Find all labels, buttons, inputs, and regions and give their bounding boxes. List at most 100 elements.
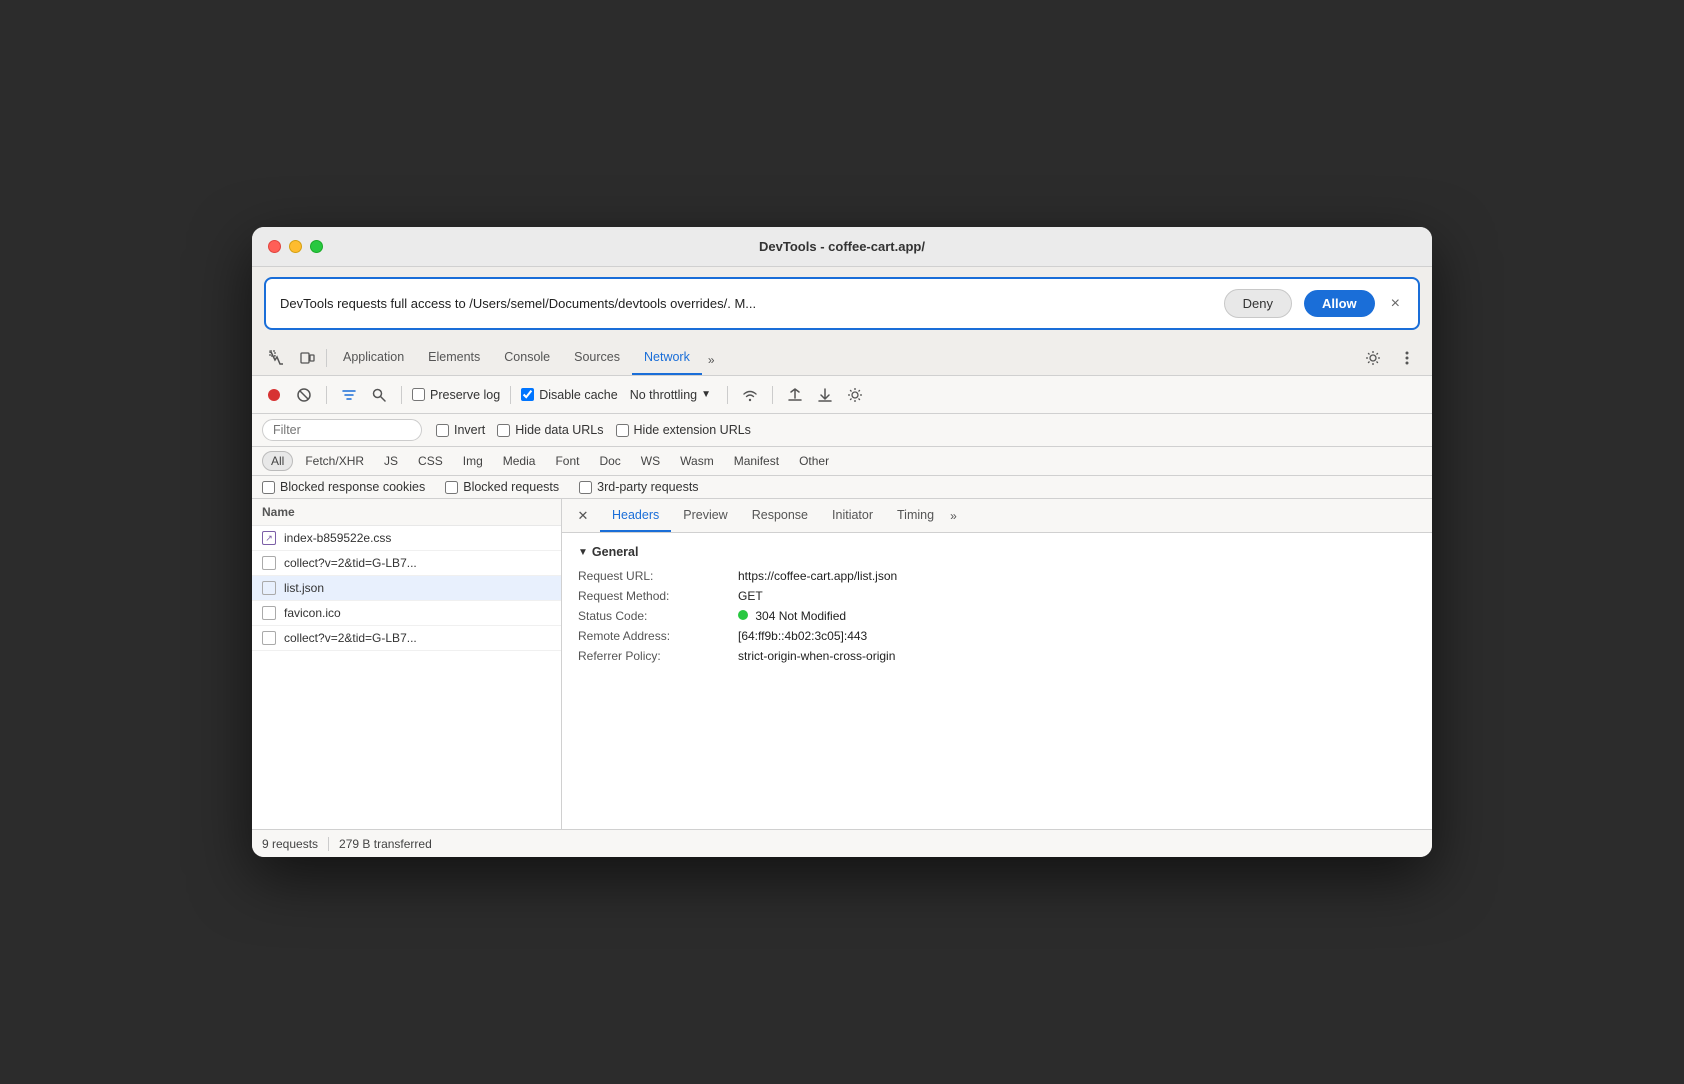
disable-cache-checkbox[interactable]: [521, 388, 534, 401]
detail-tab-preview[interactable]: Preview: [671, 499, 739, 532]
type-filter-other[interactable]: Other: [791, 452, 837, 470]
file-item-css[interactable]: index-b859522e.css: [252, 526, 561, 551]
filter-input[interactable]: [262, 419, 422, 441]
permission-banner: DevTools requests full access to /Users/…: [264, 277, 1420, 330]
transferred-size: 279 B transferred: [339, 837, 432, 851]
detail-key-referrer: Referrer Policy:: [578, 649, 738, 663]
detail-close-button[interactable]: ✕: [572, 505, 594, 527]
main-toolbar: Application Elements Console Sources Net…: [252, 340, 1432, 376]
traffic-lights: [268, 240, 323, 253]
hide-extension-urls-checkbox[interactable]: [616, 424, 629, 437]
file-item-collect1[interactable]: collect?v=2&tid=G-LB7...: [252, 551, 561, 576]
blocked-cookies-checkbox[interactable]: [262, 481, 275, 494]
type-filter-doc[interactable]: Doc: [591, 452, 628, 470]
requests-count: 9 requests: [262, 837, 318, 851]
tab-network[interactable]: Network: [632, 340, 702, 375]
clear-button[interactable]: [292, 383, 316, 407]
tab-elements[interactable]: Elements: [416, 340, 492, 375]
invert-checkbox[interactable]: [436, 424, 449, 437]
detail-scroll: ▼ General Request URL: https://coffee-ca…: [562, 533, 1432, 829]
network-toolbar: Preserve log Disable cache No throttling…: [252, 376, 1432, 414]
file-name-favicon: favicon.ico: [284, 606, 341, 620]
blocked-cookies-label[interactable]: Blocked response cookies: [262, 480, 425, 494]
detail-tab-initiator[interactable]: Initiator: [820, 499, 885, 532]
tab-more-button[interactable]: »: [702, 345, 721, 375]
device-icon[interactable]: [292, 343, 322, 373]
type-filter-all[interactable]: All: [262, 451, 293, 471]
type-filter-fetch[interactable]: Fetch/XHR: [297, 452, 372, 470]
maximize-button[interactable]: [310, 240, 323, 253]
file-checkbox-collect2: [262, 631, 276, 645]
close-button[interactable]: [268, 240, 281, 253]
file-name-collect1: collect?v=2&tid=G-LB7...: [284, 556, 417, 570]
tab-console[interactable]: Console: [492, 340, 562, 375]
file-checkbox-favicon: [262, 606, 276, 620]
detail-tab-timing[interactable]: Timing: [885, 499, 946, 532]
filter-options: Invert Hide data URLs Hide extension URL…: [436, 423, 751, 437]
third-party-checkbox[interactable]: [579, 481, 592, 494]
hide-data-urls-label[interactable]: Hide data URLs: [497, 423, 603, 437]
deny-button[interactable]: Deny: [1224, 289, 1292, 318]
titlebar: DevTools - coffee-cart.app/: [252, 227, 1432, 267]
network-settings-icon[interactable]: [843, 383, 867, 407]
type-filter-ws[interactable]: WS: [633, 452, 668, 470]
preserve-log-checkbox[interactable]: [412, 388, 425, 401]
filter-bar: Invert Hide data URLs Hide extension URL…: [252, 414, 1432, 447]
detail-value-remote: [64:ff9b::4b02:3c05]:443: [738, 629, 1416, 643]
minimize-button[interactable]: [289, 240, 302, 253]
blocked-requests-label[interactable]: Blocked requests: [445, 480, 559, 494]
hide-data-urls-checkbox[interactable]: [497, 424, 510, 437]
search-button[interactable]: [367, 383, 391, 407]
type-filter-css[interactable]: CSS: [410, 452, 451, 470]
toolbar-sep-3: [510, 386, 511, 404]
blocked-requests-checkbox[interactable]: [445, 481, 458, 494]
detail-value-status: 304 Not Modified: [738, 609, 1416, 623]
detail-row-referrer: Referrer Policy: strict-origin-when-cros…: [578, 649, 1416, 663]
detail-value-method: GET: [738, 589, 1416, 603]
detail-tab-response[interactable]: Response: [740, 499, 820, 532]
file-item-listjson[interactable]: list.json: [252, 576, 561, 601]
upload-icon[interactable]: [783, 383, 807, 407]
type-filter-wasm[interactable]: Wasm: [672, 452, 722, 470]
type-filter-img[interactable]: Img: [455, 452, 491, 470]
section-arrow-icon: ▼: [578, 547, 588, 558]
detail-tabs: ✕ Headers Preview Response Initiator Tim…: [562, 499, 1432, 533]
throttle-select[interactable]: No throttling ▼: [624, 386, 717, 404]
detail-row-method: Request Method: GET: [578, 589, 1416, 603]
preserve-log-label[interactable]: Preserve log: [412, 388, 500, 402]
type-filter-js[interactable]: JS: [376, 452, 406, 470]
detail-key-url: Request URL:: [578, 569, 738, 583]
allow-button[interactable]: Allow: [1304, 290, 1375, 317]
type-filter-media[interactable]: Media: [495, 452, 544, 470]
disable-cache-label[interactable]: Disable cache: [521, 388, 618, 402]
file-checkbox-collect1: [262, 556, 276, 570]
settings-icon[interactable]: [1358, 343, 1388, 373]
wifi-icon[interactable]: [738, 383, 762, 407]
record-button[interactable]: [262, 383, 286, 407]
main-content: Name index-b859522e.css collect?v=2&tid=…: [252, 499, 1432, 829]
detail-more-button[interactable]: »: [946, 505, 961, 527]
more-options-icon[interactable]: [1392, 343, 1422, 373]
file-item-collect2[interactable]: collect?v=2&tid=G-LB7...: [252, 626, 561, 651]
type-filter-manifest[interactable]: Manifest: [726, 452, 787, 470]
detail-tab-headers[interactable]: Headers: [600, 499, 671, 532]
invert-label[interactable]: Invert: [436, 423, 485, 437]
download-icon[interactable]: [813, 383, 837, 407]
third-party-label[interactable]: 3rd-party requests: [579, 480, 698, 494]
general-section-header: ▼ General: [578, 545, 1416, 559]
tab-application[interactable]: Application: [331, 340, 416, 375]
status-dot-icon: [738, 610, 748, 620]
detail-key-method: Request Method:: [578, 589, 738, 603]
filter-toggle-button[interactable]: [337, 383, 361, 407]
type-filter-font[interactable]: Font: [547, 452, 587, 470]
file-list-header: Name: [252, 499, 561, 526]
tab-sources[interactable]: Sources: [562, 340, 632, 375]
detail-row-url: Request URL: https://coffee-cart.app/lis…: [578, 569, 1416, 583]
close-banner-button[interactable]: ×: [1387, 293, 1404, 315]
file-item-favicon[interactable]: favicon.ico: [252, 601, 561, 626]
tab-list: Application Elements Console Sources Net…: [331, 340, 1358, 375]
detail-value-url: https://coffee-cart.app/list.json: [738, 569, 1416, 583]
inspect-icon[interactable]: [262, 343, 292, 373]
file-name-listjson: list.json: [284, 581, 324, 595]
hide-extension-urls-label[interactable]: Hide extension URLs: [616, 423, 751, 437]
